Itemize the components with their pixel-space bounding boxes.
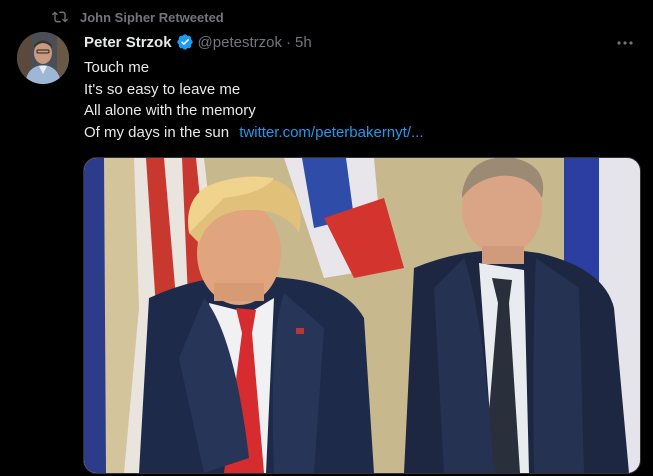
retweet-context[interactable]: John Sipher Retweeted: [52, 9, 224, 25]
tweet-line: All alone with the memory: [84, 102, 256, 119]
tweet-line: Touch me: [84, 59, 150, 76]
author-name[interactable]: Peter Strzok: [84, 34, 172, 51]
tweet-line: It's so easy to leave me: [84, 80, 241, 98]
more-options-icon[interactable]: [614, 34, 636, 52]
author-handle[interactable]: @petestrzok: [198, 34, 282, 51]
tweet-header: Peter Strzok @petestrzok · 5h: [84, 33, 312, 51]
retweet-icon: [52, 11, 68, 23]
tweet-link[interactable]: twitter.com/peterbakernyt/...: [239, 124, 423, 141]
retweet-label: John Sipher Retweeted: [80, 9, 224, 25]
tweet-timestamp[interactable]: 5h: [295, 34, 312, 51]
tweet-text: Touch me It's so easy to leave me All al…: [84, 57, 424, 143]
tweet-line: Of my days in the sun: [84, 123, 230, 141]
tweet-line-with-link: Of my days in the sun twitter.com/peterb…: [84, 122, 424, 144]
photo-two-men-in-suits-icon: [84, 158, 640, 473]
verified-badge-icon: [176, 34, 193, 50]
tweet-media-photo[interactable]: [83, 157, 641, 474]
avatar[interactable]: [17, 32, 69, 84]
separator: ·: [285, 33, 291, 51]
